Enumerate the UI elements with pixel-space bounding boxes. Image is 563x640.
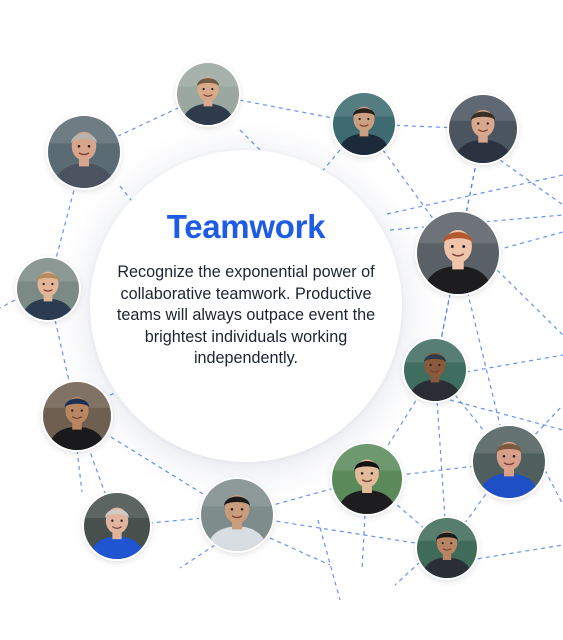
person-photo: [449, 95, 517, 163]
connector-line: [269, 537, 331, 566]
connector-line: [386, 174, 563, 215]
description: Recognize the exponential power of colla…: [116, 263, 376, 367]
connector-line: [361, 514, 366, 571]
connector-line: [544, 469, 563, 506]
person-photo: [404, 339, 466, 401]
page-title: Teamwork: [166, 208, 326, 245]
person-photo: [84, 493, 150, 559]
person-photo: [48, 116, 120, 188]
connector-line: [469, 544, 563, 561]
person-photo: [177, 63, 239, 125]
person-photo: [332, 444, 402, 514]
person-photo: [417, 212, 499, 294]
person-photo: [43, 382, 111, 450]
connector-line: [529, 404, 563, 441]
connector-line: [394, 561, 421, 586]
connector-line: [496, 269, 563, 336]
person-photo: [201, 479, 273, 551]
connector-line: [0, 299, 16, 309]
person-photo: [17, 258, 79, 320]
connector-line: [179, 544, 216, 569]
connector-line: [76, 449, 83, 493]
person-photo: [473, 426, 545, 498]
connector-line: [239, 129, 261, 151]
person-photo: [333, 93, 395, 155]
connector-line: [465, 354, 563, 373]
connector-line: [496, 231, 563, 251]
connector-line: [317, 519, 341, 601]
person-photo: [417, 518, 477, 578]
